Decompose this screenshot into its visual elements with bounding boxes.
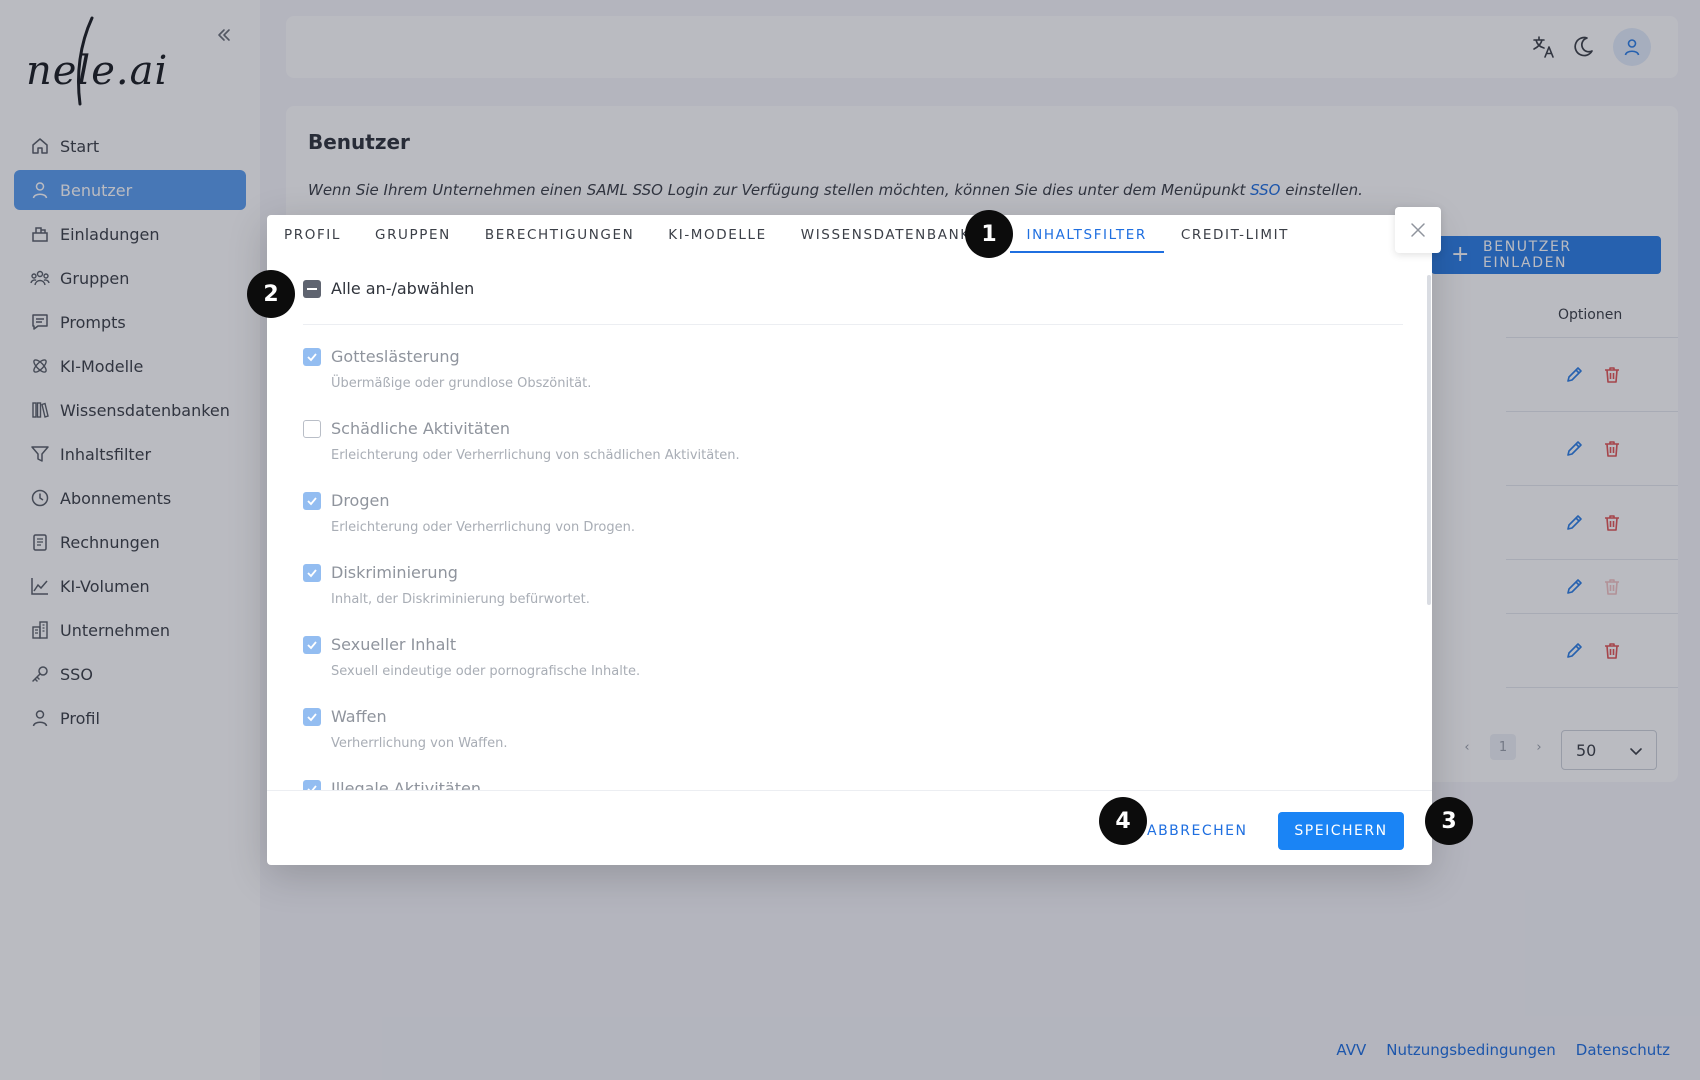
filter-label: Diskriminierung [331, 563, 458, 582]
filter-label: Waffen [331, 707, 387, 726]
modal-footer: ABBRECHEN SPEICHERN [267, 790, 1432, 865]
checkbox-checked-icon [303, 491, 321, 510]
filter-label: Sexueller Inhalt [331, 635, 457, 654]
close-modal-button[interactable] [1395, 207, 1441, 253]
filter-item-diskriminierung: Diskriminierung Inhalt, der Diskriminier… [303, 563, 590, 607]
checkbox-checked-icon [303, 707, 321, 726]
filter-checkbox[interactable]: Illegale Aktivitäten [303, 779, 481, 790]
filter-label: Gotteslästerung [331, 347, 460, 366]
step-badge-2: 2 [247, 270, 295, 318]
filter-description: Erleichterung oder Verherrlichung von sc… [331, 448, 740, 463]
filter-list: Gotteslästerung Übermäßige oder grundlos… [267, 215, 1432, 790]
filter-description: Inhalt, der Diskriminierung befürwortet. [331, 592, 590, 607]
filter-checkbox[interactable]: Sexueller Inhalt [303, 635, 640, 654]
filter-item-gotteslaesterung: Gotteslästerung Übermäßige oder grundlos… [303, 347, 591, 391]
filter-checkbox[interactable]: Waffen [303, 707, 508, 726]
filter-item-waffen: Waffen Verherrlichung von Waffen. [303, 707, 508, 751]
checkbox-checked-icon [303, 347, 321, 366]
filter-label: Drogen [331, 491, 390, 510]
filter-item-schaedliche-aktivitaeten: Schädliche Aktivitäten Erleichterung ode… [303, 419, 740, 463]
filter-item-illegale-aktivitaeten: Illegale Aktivitäten [303, 779, 481, 790]
checkbox-unchecked-icon [303, 419, 321, 438]
filter-label: Schädliche Aktivitäten [331, 419, 510, 438]
step-badge-1: 1 [965, 210, 1013, 258]
filter-label: Illegale Aktivitäten [331, 779, 481, 790]
filter-checkbox[interactable]: Schädliche Aktivitäten [303, 419, 740, 438]
filter-description: Verherrlichung von Waffen. [331, 736, 508, 751]
step-badge-4: 4 [1099, 797, 1147, 845]
filter-description: Sexuell eindeutige oder pornografische I… [331, 664, 641, 679]
checkbox-checked-icon [303, 635, 321, 654]
cancel-button[interactable]: ABBRECHEN [1147, 813, 1247, 849]
edit-user-modal: PROFIL GRUPPEN BERECHTIGUNGEN KI-MODELLE… [267, 215, 1432, 865]
filter-description: Übermäßige oder grundlose Obszönität. [331, 376, 592, 391]
filter-checkbox[interactable]: Diskriminierung [303, 563, 590, 582]
filter-item-sexueller-inhalt: Sexueller Inhalt Sexuell eindeutige oder… [303, 635, 640, 679]
checkbox-checked-icon [303, 779, 321, 790]
save-button[interactable]: SPEICHERN [1278, 812, 1404, 850]
close-icon [1411, 223, 1425, 237]
modal-scrollbar[interactable] [1427, 275, 1431, 605]
filter-checkbox[interactable]: Drogen [303, 491, 635, 510]
filter-description: Erleichterung oder Verherrlichung von Dr… [331, 520, 635, 535]
checkbox-checked-icon [303, 563, 321, 582]
step-badge-3: 3 [1425, 797, 1473, 845]
filter-item-drogen: Drogen Erleichterung oder Verherrlichung… [303, 491, 635, 535]
filter-checkbox[interactable]: Gotteslästerung [303, 347, 591, 366]
